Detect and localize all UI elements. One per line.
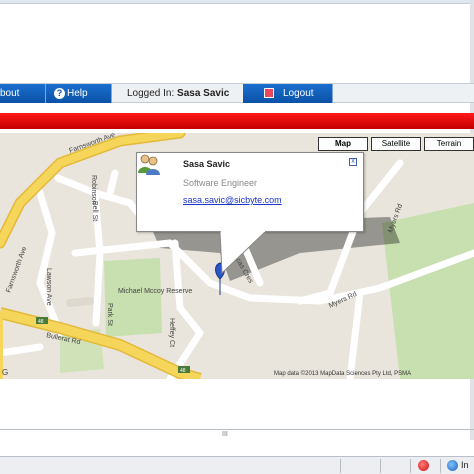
map-type-terrain-button[interactable]: Terrain <box>424 137 474 151</box>
help-icon: ? <box>54 88 65 99</box>
logged-in-user: Sasa Savic <box>177 88 230 99</box>
street-label: Farnsworth Ave <box>5 246 28 294</box>
info-window: Sasa Savic Software Engineer sasa.savic@… <box>136 152 364 232</box>
info-window-tail <box>219 231 267 275</box>
street-label: Lawson Ave <box>45 268 52 306</box>
street-label: Bell St <box>91 201 98 221</box>
logged-in-prefix: Logged In: <box>127 88 175 99</box>
map-view[interactable]: Farnsworth Ave Robinson Bell St Farnswor… <box>0 133 474 379</box>
internet-zone-icon <box>447 460 458 471</box>
users-icon <box>138 154 160 175</box>
map-type-controls: Map Satellite Terrain <box>315 137 474 151</box>
status-divider <box>340 459 341 473</box>
page: bout ? Help Logged In: Sasa Savic Logout <box>0 0 474 474</box>
resize-grip[interactable]: III <box>222 431 228 438</box>
street-label: Heffey Ct <box>168 318 175 347</box>
logout-button[interactable]: Logout <box>243 84 333 103</box>
google-logo[interactable]: G <box>2 368 8 377</box>
street-label: Park St <box>106 303 113 326</box>
map-type-satellite-button[interactable]: Satellite <box>371 137 421 151</box>
info-email-link[interactable]: sasa.savic@sicbyte.com <box>183 195 282 205</box>
park-label: Michael Mccoy Reserve <box>118 288 192 295</box>
help-label: Help <box>67 88 88 99</box>
security-icon[interactable] <box>418 460 429 471</box>
park-area <box>382 203 474 379</box>
about-label: bout <box>0 88 20 99</box>
help-button[interactable]: ? Help <box>46 84 112 103</box>
info-name: Sasa Savic <box>183 159 231 169</box>
status-bar: In <box>0 456 474 474</box>
logout-icon <box>264 88 274 98</box>
road-marker-label: 48 <box>38 319 44 325</box>
status-divider <box>380 459 381 473</box>
map-attribution: Map data ©2013 MapData Sciences Pty Ltd,… <box>274 371 412 377</box>
info-job-title: Software Engineer <box>183 178 258 188</box>
about-button[interactable]: bout <box>0 84 46 103</box>
road-marker-label: 48 <box>180 368 186 374</box>
logged-in-status: Logged In: Sasa Savic <box>127 84 229 103</box>
status-divider <box>410 459 411 473</box>
content-divider <box>0 429 474 430</box>
map-type-map-button[interactable]: Map <box>318 137 368 151</box>
status-divider <box>440 459 441 473</box>
logout-label: Logout <box>283 88 314 99</box>
header-banner <box>0 113 474 129</box>
zone-label: In <box>461 460 469 470</box>
nav-bar: bout ? Help Logged In: Sasa Savic Logout <box>0 83 474 103</box>
window-top-border <box>0 0 474 4</box>
close-icon[interactable]: x <box>349 158 357 166</box>
